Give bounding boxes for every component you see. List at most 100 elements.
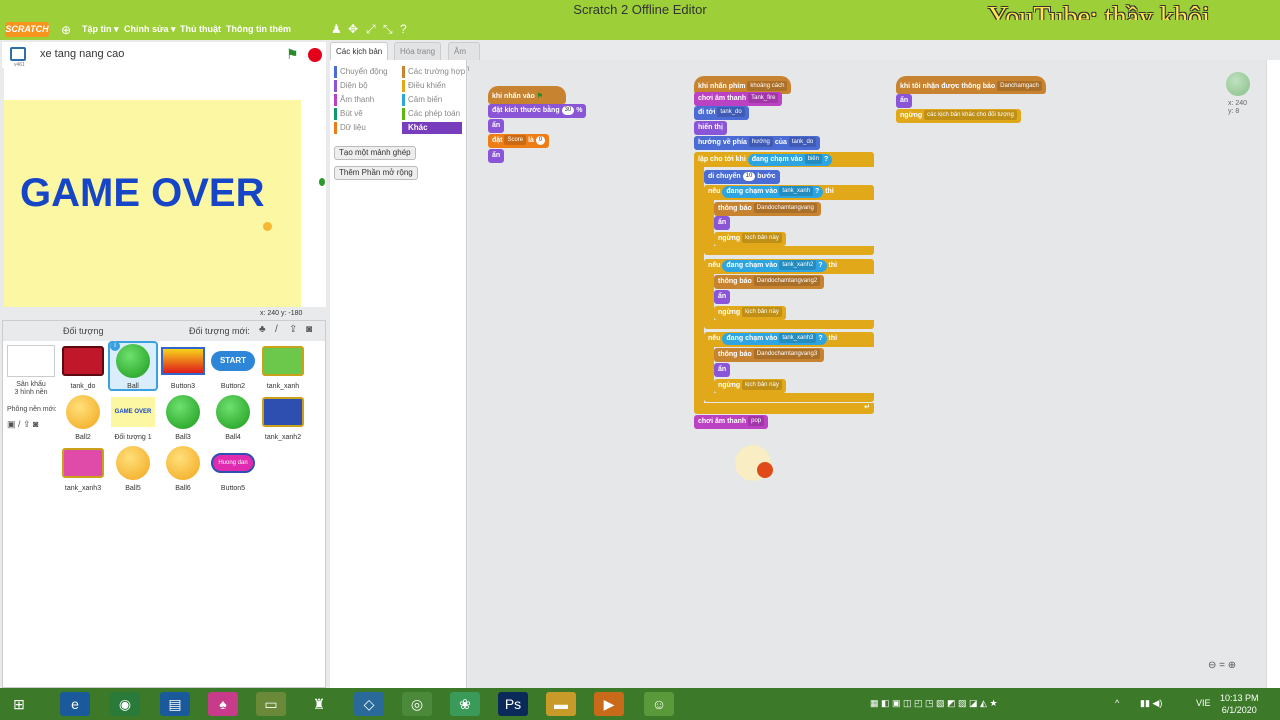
clock[interactable]: 10:13 PM 6/1/2020 bbox=[1220, 692, 1259, 716]
tab-scripts[interactable]: Các kịch bản bbox=[330, 42, 389, 60]
target-dropdown[interactable]: tank_do bbox=[717, 107, 745, 118]
vertical-scrollbar[interactable] bbox=[1266, 60, 1280, 690]
stop-dropdown[interactable]: kịch bản này bbox=[742, 380, 782, 391]
stop-block-3[interactable]: ngừng kịch bản này bbox=[714, 379, 786, 393]
zoom-reset-icon[interactable]: = bbox=[1219, 660, 1225, 671]
app-icon-7[interactable]: ❀ bbox=[450, 692, 480, 716]
size-input[interactable]: 30 bbox=[561, 105, 575, 115]
category-pen[interactable]: Bút vẽ bbox=[334, 108, 363, 120]
menu-about[interactable]: Thông tin thêm bbox=[226, 24, 291, 34]
when-i-receive-block[interactable]: khi tôi nhận được thông báo Danchamgach bbox=[896, 76, 1046, 94]
sprite-dropdown[interactable]: tank_xanh bbox=[779, 186, 814, 197]
sprite-button3[interactable]: Button3 bbox=[159, 343, 207, 391]
sprite-doi-tuong-1[interactable]: GAME OVER Đối tượng 1 bbox=[109, 394, 157, 442]
target-dropdown[interactable]: tank_do bbox=[788, 137, 817, 148]
menu-tips[interactable]: Thủ thuật bbox=[180, 24, 221, 34]
sprite-ball5[interactable]: Ball5 bbox=[109, 445, 157, 493]
duplicate-icon[interactable]: ♟ bbox=[331, 22, 342, 36]
camera-icon[interactable]: ◙ bbox=[306, 324, 312, 335]
touching-block-1[interactable]: đang chạm vào tank_xanh ? bbox=[722, 186, 824, 198]
stop-dropdown[interactable]: kịch bản này bbox=[742, 233, 782, 244]
category-more-blocks[interactable]: Khác bbox=[402, 122, 462, 134]
tray-chevron-icon[interactable]: ^ bbox=[1115, 698, 1119, 708]
key-dropdown[interactable]: khoảng cách bbox=[747, 81, 788, 92]
stop-block-2[interactable]: ngừng kịch bản này bbox=[714, 306, 786, 320]
app-icon-2[interactable]: ▤ bbox=[160, 692, 190, 716]
green-flag-icon[interactable]: ⚑ bbox=[286, 46, 299, 63]
sprite-ball6[interactable]: Ball6 bbox=[159, 445, 207, 493]
green-sprite[interactable] bbox=[319, 178, 325, 186]
message-dropdown[interactable]: Dandochamtangvang bbox=[753, 203, 817, 214]
network-icon[interactable]: ▮▮ ◀) bbox=[1140, 698, 1162, 709]
category-control[interactable]: Điều khiển bbox=[402, 80, 446, 92]
backdrop-icons[interactable]: ▣ / ⇪ ◙ bbox=[7, 419, 38, 430]
cut-icon[interactable]: ✥ bbox=[348, 22, 358, 36]
zoom-out-icon[interactable]: ⊖ bbox=[1208, 660, 1216, 671]
folder-icon[interactable]: ▬ bbox=[546, 692, 576, 716]
play-sound-block[interactable]: chơi âm thanh Tank_fire bbox=[694, 92, 783, 106]
sprite-ball3[interactable]: Ball3 bbox=[159, 394, 207, 442]
upload-icon[interactable]: ⇪ bbox=[289, 324, 297, 335]
menu-file[interactable]: Tập tin ▾ bbox=[82, 24, 119, 35]
chrome-icon[interactable]: ◎ bbox=[402, 692, 432, 716]
menu-edit[interactable]: Chỉnh sửa ▾ bbox=[124, 24, 176, 35]
globe-icon[interactable]: ⊕ bbox=[61, 23, 71, 37]
stop-dropdown[interactable]: các kịch bản khác cho đối tượng bbox=[924, 110, 1017, 121]
touching-block-3[interactable]: đang chạm vào tank_xanh3 ? bbox=[722, 333, 827, 345]
scratch-logo[interactable]: SCRATCH bbox=[5, 22, 49, 37]
hide-block-if-2[interactable]: ẩn bbox=[714, 290, 731, 304]
ie-icon[interactable]: e bbox=[60, 692, 90, 716]
sprite-tank-xanh3[interactable]: tank_xanh3 bbox=[59, 445, 107, 493]
set-size-block[interactable]: đặt kích thước bằng 30 % bbox=[488, 104, 587, 118]
point-towards-block[interactable]: hướng về phía hướng của tank_do bbox=[694, 136, 821, 150]
sprite-dropdown[interactable]: tank_xanh3 bbox=[779, 333, 817, 344]
sprite-ball[interactable]: i Ball bbox=[108, 341, 158, 391]
app-icon-4[interactable]: ▭ bbox=[256, 692, 286, 716]
paint-icon[interactable]: / bbox=[275, 324, 278, 335]
language-indicator[interactable]: VIE bbox=[1196, 698, 1211, 708]
hide-block[interactable]: ẩn bbox=[488, 119, 505, 133]
shrink-icon[interactable]: ⤡ bbox=[383, 22, 393, 37]
category-sound[interactable]: Âm thanh bbox=[334, 94, 374, 106]
app-icon-6[interactable]: ◇ bbox=[354, 692, 384, 716]
hide-block-if-1[interactable]: ẩn bbox=[714, 216, 731, 230]
direction-dropdown[interactable]: hướng bbox=[748, 137, 773, 148]
broadcast-block-1[interactable]: thông báo Dandochamtangvang bbox=[714, 202, 821, 216]
sound-dropdown[interactable]: Tank_fire bbox=[748, 93, 779, 104]
project-name[interactable]: xe tang nang cao bbox=[40, 48, 124, 60]
sprite-ball2[interactable]: Ball2 bbox=[59, 394, 107, 442]
app-icon-3[interactable]: ♠ bbox=[208, 692, 238, 716]
sprite-ball4[interactable]: Ball4 bbox=[209, 394, 257, 442]
ball-sprite[interactable] bbox=[263, 222, 272, 231]
zoom-controls[interactable]: ⊖ = ⊕ bbox=[1208, 660, 1236, 671]
message-dropdown[interactable]: Danchamgach bbox=[997, 81, 1042, 92]
sprite-tank-xanh2[interactable]: tank_xanh2 bbox=[259, 394, 307, 442]
when-flag-clicked-block[interactable]: khi nhấn vào ⚑ bbox=[488, 86, 566, 104]
app-icon-1[interactable]: ◉ bbox=[110, 692, 140, 716]
category-sensing[interactable]: Cảm biến bbox=[402, 94, 442, 106]
hide-block-s3[interactable]: ẩn bbox=[896, 94, 913, 108]
variable-dropdown[interactable]: Score bbox=[504, 135, 527, 146]
sprite-tank-xanh[interactable]: tank_xanh bbox=[259, 343, 307, 391]
edge-dropdown[interactable]: biên bbox=[804, 154, 822, 165]
stop-block-1[interactable]: ngừng kịch bản này bbox=[714, 232, 786, 246]
sprite-tank-do[interactable]: tank_do bbox=[59, 343, 107, 391]
category-operators[interactable]: Các phép toán bbox=[402, 108, 460, 120]
stop-icon[interactable] bbox=[308, 48, 322, 62]
message-dropdown[interactable]: Dandochamtangvang3 bbox=[753, 349, 821, 360]
stage[interactable]: GAME OVER bbox=[4, 68, 326, 307]
stop-dropdown[interactable]: kịch bản này bbox=[742, 307, 782, 318]
move-steps-block[interactable]: di chuyển 10 bước bbox=[704, 170, 780, 184]
hide-block-if-3[interactable]: ẩn bbox=[714, 363, 731, 377]
touching-block-2[interactable]: đang chạm vào tank_xanh2 ? bbox=[722, 260, 827, 272]
go-to-block[interactable]: đi tới tank_do bbox=[694, 106, 749, 120]
fullscreen-icon[interactable] bbox=[10, 47, 26, 61]
sprite-library-icon[interactable]: ♣ bbox=[259, 324, 266, 335]
make-block-button[interactable]: Tạo một mảnh ghép bbox=[334, 146, 416, 160]
category-events[interactable]: Các trường hợp bbox=[402, 66, 465, 78]
info-icon[interactable]: i bbox=[110, 341, 120, 351]
app-icon-5[interactable]: ♜ bbox=[304, 692, 334, 716]
sprite-dropdown[interactable]: tank_xanh2 bbox=[779, 260, 817, 271]
sprite-button5[interactable]: Huong dan Button5 bbox=[209, 445, 257, 493]
tab-sounds[interactable]: Âm thanh bbox=[448, 42, 481, 73]
